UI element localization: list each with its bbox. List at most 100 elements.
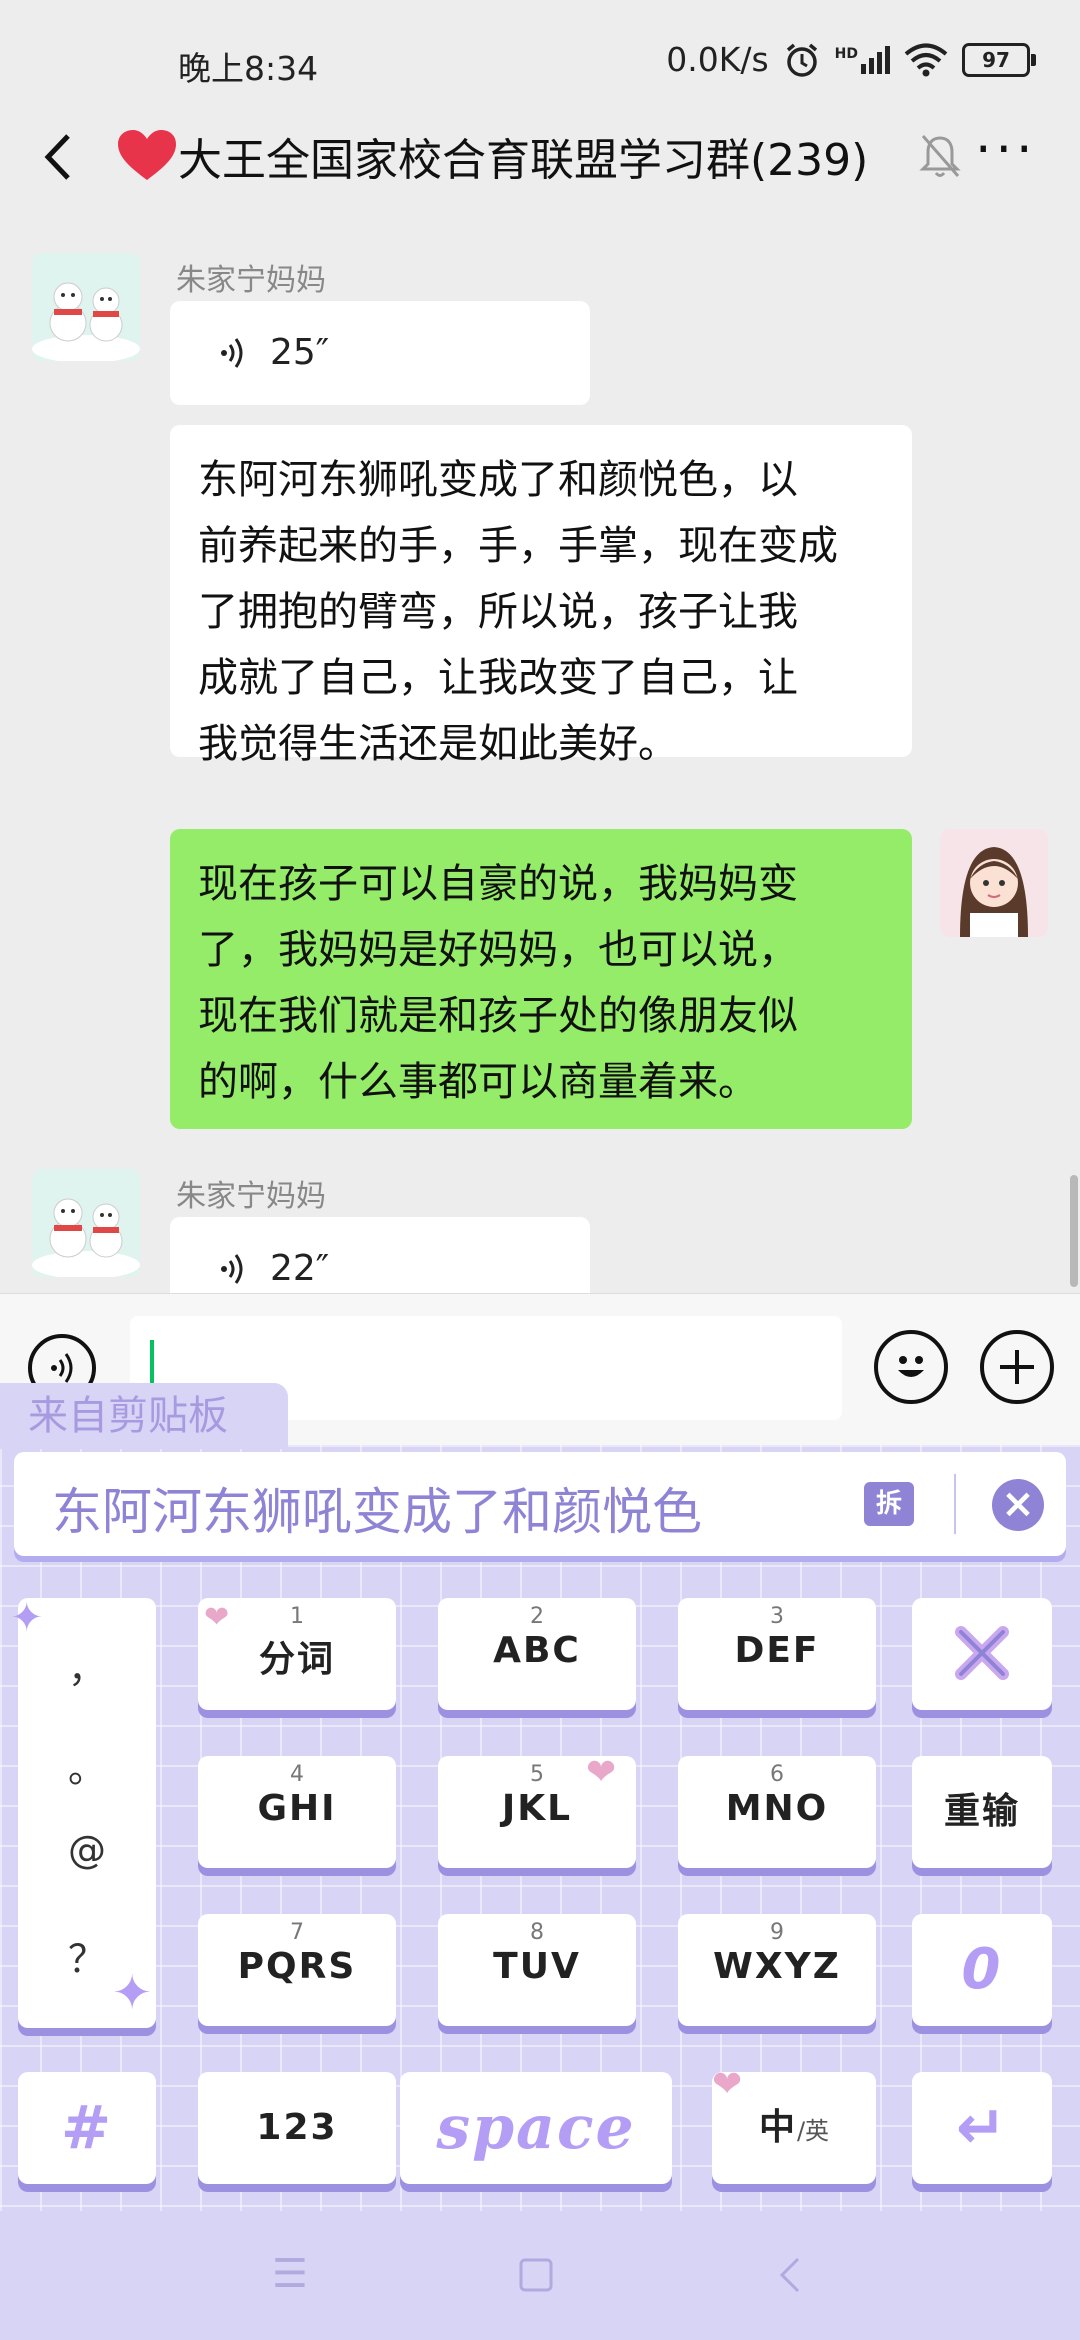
- more-options-button[interactable]: ···: [975, 120, 1037, 180]
- key-label: GHI: [257, 1788, 337, 1829]
- sender-name: 朱家宁妈妈: [176, 1179, 326, 1214]
- net-speed: 0.0K/s: [666, 40, 769, 79]
- key-2[interactable]: 2 ABC: [438, 1598, 636, 1710]
- message-line: 了拥抱的臂弯，所以说，孩子让我: [198, 589, 798, 635]
- back-arrow-icon[interactable]: [30, 122, 90, 192]
- avatar-self[interactable]: [940, 829, 1048, 937]
- divider: [954, 1474, 956, 1534]
- wifi-icon: [904, 43, 948, 76]
- plus-icon: [1000, 1350, 1034, 1384]
- key-label: TUV: [493, 1946, 581, 1987]
- symbol-column[interactable]: ， 。 @ ？: [18, 1598, 156, 2028]
- message-line: 了，我妈妈是好妈妈，也可以说，: [198, 927, 798, 973]
- key-label: MNO: [725, 1788, 829, 1829]
- key-7[interactable]: 7 PQRS: [198, 1914, 396, 2026]
- key-label: 中: [758, 2107, 797, 2148]
- back-nav-icon[interactable]: [774, 2255, 804, 2295]
- battery-icon: 97: [962, 42, 1036, 77]
- voice-wave-icon: [221, 338, 243, 368]
- heart-sticker-icon: ❤: [586, 1752, 617, 1793]
- key-number: 4: [290, 1762, 304, 1787]
- key-label: 0: [961, 1937, 1003, 2002]
- message-line: 现在孩子可以自豪的说，我妈妈变: [198, 861, 798, 907]
- key-label: #: [60, 2093, 114, 2163]
- key-label: WXYZ: [713, 1946, 841, 1987]
- key-number: 8: [530, 1920, 544, 1945]
- message-line: 我觉得生活还是如此美好。: [198, 721, 678, 767]
- symbol-period-key[interactable]: 。: [18, 1738, 156, 1793]
- emoji-button[interactable]: [874, 1330, 948, 1404]
- key-sub-label: /英: [796, 2117, 830, 2145]
- symbol-comma-key[interactable]: ，: [18, 1638, 156, 1693]
- home-icon[interactable]: [518, 2257, 554, 2293]
- key-label: PQRS: [237, 1946, 357, 1987]
- delete-icon: [955, 1626, 1009, 1680]
- key-number: 3: [770, 1604, 784, 1629]
- message-line: 前养起来的手，手，手掌，现在变成: [198, 523, 838, 569]
- key-9[interactable]: 9 WXYZ: [678, 1914, 876, 2026]
- key-number: 2: [530, 1604, 544, 1629]
- avatar-other[interactable]: [32, 253, 140, 361]
- text-message[interactable]: 东阿河东狮吼变成了和颜悦色，以 前养起来的手，手，手掌，现在变成 了拥抱的臂弯，…: [170, 425, 912, 767]
- status-time: 晚上8:34: [178, 49, 319, 88]
- retype-key[interactable]: 重输: [912, 1756, 1052, 1868]
- signal-hd-label: HD: [834, 45, 858, 62]
- voice-duration: 25″: [270, 332, 330, 373]
- my-text-message[interactable]: 现在孩子可以自豪的说，我妈妈变 了，我妈妈是好妈妈，也可以说， 现在我们就是和孩…: [170, 829, 912, 1129]
- heart-sticker-icon: ❤: [204, 1600, 230, 1635]
- alarm-icon: [786, 43, 817, 77]
- voice-message[interactable]: 25″: [170, 301, 590, 405]
- snowman-avatar-icon: [32, 1169, 140, 1277]
- symbol-at-key[interactable]: @: [18, 1828, 156, 1872]
- close-icon[interactable]: ×: [992, 1479, 1044, 1531]
- key-number: 9: [770, 1920, 784, 1945]
- message-line: 成就了自己，让我改变了自己，让: [198, 655, 798, 701]
- hash-key[interactable]: #: [18, 2072, 156, 2184]
- voice-wave-icon: [221, 1254, 243, 1284]
- snowman-avatar-icon: [32, 253, 140, 361]
- girl-avatar-icon: [940, 829, 1048, 937]
- key-6[interactable]: 6 MNO: [678, 1756, 876, 1868]
- clipboard-suggestion[interactable]: 东阿河东狮吼变成了和颜悦色 拆 ×: [14, 1452, 1066, 1556]
- mute-bell-icon: [919, 135, 961, 177]
- enter-icon: ↵: [955, 2093, 1009, 2163]
- split-button[interactable]: 拆: [864, 1482, 914, 1526]
- key-label: space: [436, 2093, 636, 2163]
- message-line: 现在我们就是和孩子处的像朋友似: [198, 993, 798, 1039]
- key-label: DEF: [734, 1630, 820, 1671]
- voice-message[interactable]: 22″: [170, 1217, 590, 1293]
- delete-key[interactable]: [912, 1598, 1052, 1710]
- space-key[interactable]: space: [400, 2072, 672, 2184]
- chat-header: 大王全国家校合育联盟学习群(239) ···: [0, 100, 1080, 215]
- sparkle-icon: ✦: [112, 1965, 153, 2021]
- key-label: 重输: [943, 1791, 1020, 1832]
- more-functions-button[interactable]: [980, 1330, 1054, 1404]
- message-line: 的啊，什么事都可以商量着来。: [198, 1059, 758, 1105]
- avatar-other[interactable]: [32, 1169, 140, 1277]
- key-label: 123: [256, 2107, 338, 2148]
- smiley-icon: [898, 1356, 924, 1377]
- voice-input-icon: [51, 1353, 73, 1383]
- key-8[interactable]: 8 TUV: [438, 1914, 636, 2026]
- chat-scrollbar[interactable]: [1070, 1175, 1078, 1287]
- enter-key[interactable]: ↵: [912, 2072, 1052, 2184]
- key-label: 分词: [258, 1639, 335, 1680]
- signal-icon: HD: [834, 45, 890, 74]
- status-right: 0.0K/s HD 97: [666, 40, 1036, 79]
- key-number: 6: [770, 1762, 784, 1787]
- heart-icon: [118, 130, 176, 180]
- numeric-keyboard-key[interactable]: 123: [198, 2072, 396, 2184]
- sender-name: 朱家宁妈妈: [176, 263, 326, 298]
- key-label: JKL: [501, 1788, 573, 1829]
- chat-title: 大王全国家校合育联盟学习群(239): [118, 124, 868, 188]
- key-3[interactable]: 3 DEF: [678, 1598, 876, 1710]
- voice-duration: 22″: [270, 1248, 330, 1289]
- chat-title-text: 大王全国家校合育联盟学习群(239): [178, 135, 869, 186]
- key-4[interactable]: 4 GHI: [198, 1756, 396, 1868]
- menu-icon[interactable]: ☰: [272, 2251, 308, 2297]
- clipboard-tab[interactable]: 来自剪贴板: [0, 1383, 288, 1449]
- key-number: 7: [290, 1920, 304, 1945]
- message-line: 东阿河东狮吼变成了和颜悦色，以: [198, 457, 798, 503]
- clipboard-text[interactable]: 东阿河东狮吼变成了和颜悦色: [52, 1472, 702, 1544]
- zero-key[interactable]: 0: [912, 1914, 1052, 2026]
